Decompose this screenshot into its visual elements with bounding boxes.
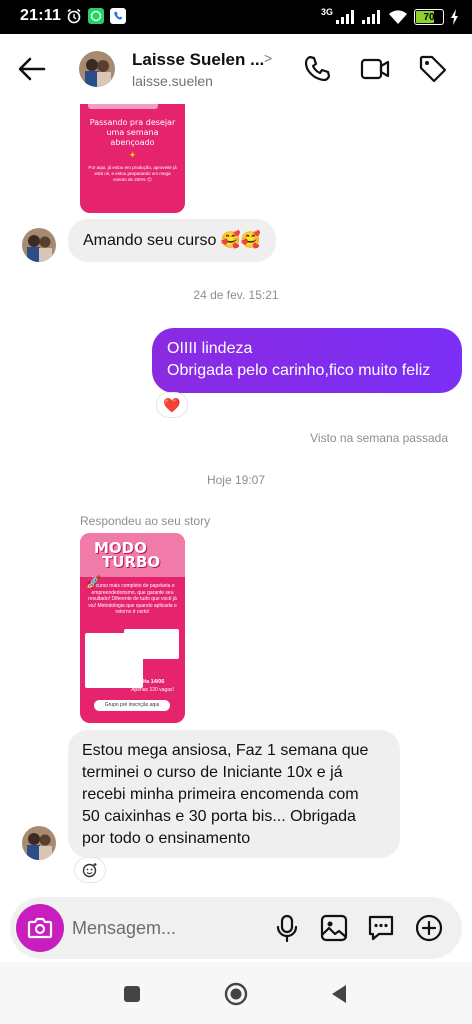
story-cta-button: Grupo pré inscrição aqui — [94, 700, 170, 711]
seen-status: Visto na semana passada — [310, 431, 448, 445]
plus-circle-icon[interactable] — [414, 913, 444, 943]
back-triangle-icon[interactable] — [328, 982, 352, 1006]
back-arrow-icon[interactable] — [16, 54, 48, 84]
battery-level: 70 — [423, 11, 435, 23]
system-nav-bar — [0, 962, 472, 1024]
message-line: OIIII lindeza — [167, 340, 253, 357]
message-line: 50 caixinhas e 30 porta bis... Obrigada — [82, 808, 356, 825]
message-line: Obrigada pelo carinho,fico muito feliz — [167, 362, 431, 379]
status-icons: 3G 70 — [321, 6, 460, 28]
phone-icon[interactable] — [302, 54, 332, 84]
signal-icon — [336, 10, 354, 24]
message-bubble-incoming[interactable]: Amando seu curso 🥰🥰 — [68, 219, 276, 262]
microphone-icon[interactable] — [272, 913, 302, 943]
sparkle-icon: ✦ — [128, 150, 137, 160]
video-camera-icon[interactable] — [360, 54, 390, 84]
whatsapp-icon — [88, 8, 104, 24]
network-type: 3G — [320, 7, 333, 17]
message-text: Amando seu curso 🥰🥰 — [83, 232, 261, 249]
story-banner — [88, 104, 158, 109]
signal-icon-2 — [362, 10, 380, 24]
wifi-icon — [389, 10, 407, 24]
contact-avatar[interactable] — [79, 51, 115, 87]
message-line: Estou mega ansiosa, Faz 1 semana que — [82, 742, 369, 759]
heart-reaction[interactable]: ❤️ — [156, 392, 188, 418]
home-icon[interactable] — [224, 982, 248, 1006]
camera-icon — [27, 917, 53, 939]
add-reaction-button[interactable] — [74, 857, 106, 883]
story-date: Dia 14/06 — [140, 679, 165, 685]
smiley-add-icon — [82, 863, 97, 878]
message-input[interactable] — [72, 912, 262, 944]
message-composer — [10, 897, 462, 959]
charging-icon — [451, 9, 458, 25]
alarm-icon — [67, 8, 81, 24]
chevron-right-icon[interactable]: > — [264, 50, 272, 66]
message-bubble-outgoing[interactable]: OIIII lindeza Obrigada pelo carinho,fico… — [152, 328, 462, 393]
story-1-subtext: Por aqui, já estou em produção, aproveit… — [88, 165, 177, 182]
status-bar: 21:11 3G 70 — [0, 0, 472, 34]
sender-avatar[interactable] — [22, 826, 56, 860]
story-vagas: Apenas 120 vagas! — [131, 687, 174, 693]
message-line: recebi minha primeira encomenda com — [82, 786, 359, 803]
message-list[interactable]: Passando pra desejar uma semana abençoad… — [0, 104, 472, 894]
phone-app-icon — [110, 8, 126, 24]
contact-name[interactable]: Laisse Suelen ... — [132, 50, 264, 70]
timestamp: 24 de fev. 15:21 — [193, 288, 279, 302]
story-title-2: TURBO — [102, 553, 161, 571]
story-screenshot-2 — [124, 629, 179, 659]
story-preview-1[interactable]: Passando pra desejar uma semana abençoad… — [80, 104, 185, 213]
timestamp: Hoje 19:07 — [206, 473, 266, 487]
recents-icon[interactable] — [120, 982, 144, 1006]
message-line: terminei o curso de Iniciante 10x e já — [82, 764, 343, 781]
camera-button[interactable] — [16, 904, 64, 952]
sticker-chat-icon[interactable] — [366, 913, 396, 943]
battery-indicator: 70 — [414, 9, 444, 25]
chat-header: Laisse Suelen ... > laisse.suelen — [0, 34, 472, 104]
message-line: por todo o ensinamento — [82, 830, 251, 847]
story-reply-label: Respondeu ao seu story — [80, 514, 211, 528]
story-preview-2[interactable]: MODO TURBO 🚀 O curso mais completo de pa… — [80, 533, 185, 723]
image-icon[interactable] — [319, 913, 349, 943]
message-bubble-incoming[interactable]: Estou mega ansiosa, Faz 1 semana que ter… — [68, 730, 400, 858]
story-2-body: O curso mais completo de papelaria e emp… — [88, 583, 177, 615]
tag-icon[interactable] — [418, 54, 448, 84]
sender-avatar[interactable] — [22, 228, 56, 262]
contact-username[interactable]: laisse.suelen — [132, 73, 213, 89]
story-1-text: Passando pra desejar uma semana abençoad… — [89, 118, 176, 147]
clock: 21:11 — [20, 7, 62, 24]
